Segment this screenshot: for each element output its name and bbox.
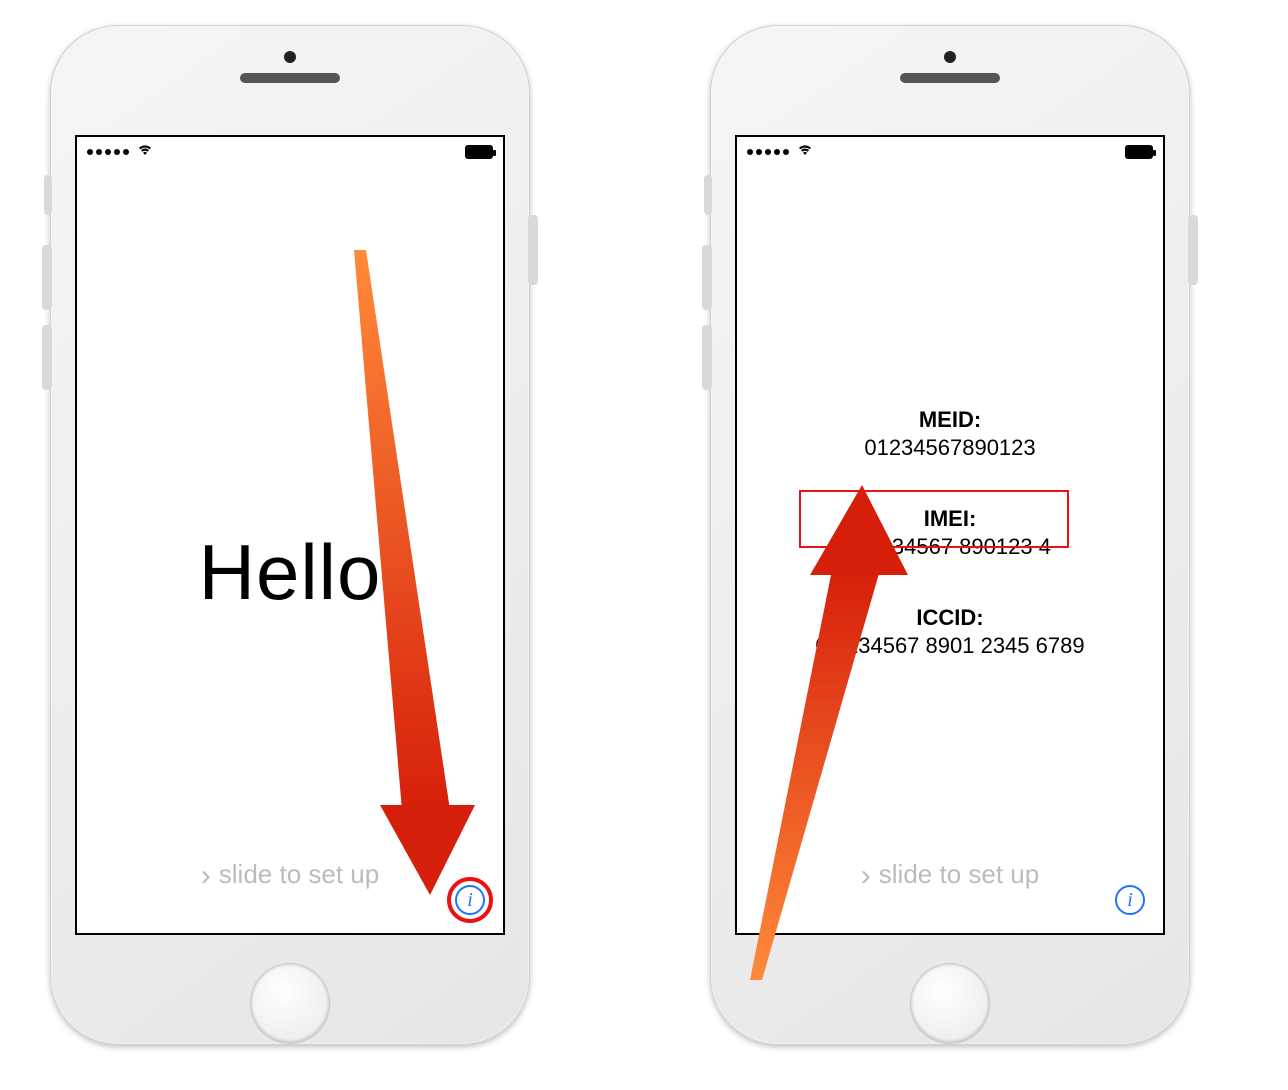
welcome-screen: Hello › slide to set up i <box>77 167 503 933</box>
front-camera <box>944 51 956 63</box>
volume-down-button[interactable] <box>702 325 712 390</box>
top-hardware <box>30 51 550 83</box>
status-bar <box>737 137 1163 162</box>
top-hardware <box>690 51 1210 83</box>
slide-to-setup[interactable]: › slide to set up <box>737 859 1163 893</box>
meid-value: 01234567890123 <box>737 435 1163 461</box>
power-button[interactable] <box>1188 215 1198 285</box>
device-info: MEID: 01234567890123 IMEI: 01 234567 890… <box>737 407 1163 704</box>
wifi-icon <box>137 143 153 160</box>
speaker <box>240 73 340 83</box>
imei-value: 01 234567 890123 4 <box>737 534 1163 560</box>
volume-up-button[interactable] <box>42 245 52 310</box>
meid-block: MEID: 01234567890123 <box>737 407 1163 461</box>
phone-right: MEID: 01234567890123 IMEI: 01 234567 890… <box>690 15 1210 1075</box>
home-button[interactable] <box>910 963 990 1043</box>
screen: Hello › slide to set up i <box>75 135 505 935</box>
iccid-block: ICCID: 01 234567 8901 2345 6789 <box>737 605 1163 659</box>
mute-switch[interactable] <box>704 175 712 215</box>
phone-left: Hello › slide to set up i <box>30 15 550 1075</box>
volume-down-button[interactable] <box>42 325 52 390</box>
info-button[interactable]: i <box>455 885 485 915</box>
status-bar <box>77 137 503 162</box>
chevron-right-icon: › <box>861 859 871 892</box>
imei-label: IMEI: <box>737 506 1163 532</box>
power-button[interactable] <box>528 215 538 285</box>
signal-dots-icon <box>87 149 129 155</box>
slide-to-setup[interactable]: › slide to set up <box>77 859 503 893</box>
imei-block: IMEI: 01 234567 890123 4 <box>737 506 1163 560</box>
info-button[interactable]: i <box>1115 885 1145 915</box>
hello-text: Hello <box>77 527 503 618</box>
battery-icon <box>1125 145 1153 159</box>
slide-label: slide to set up <box>219 859 379 889</box>
meid-label: MEID: <box>737 407 1163 433</box>
iccid-label: ICCID: <box>737 605 1163 631</box>
front-camera <box>284 51 296 63</box>
speaker <box>900 73 1000 83</box>
screen: MEID: 01234567890123 IMEI: 01 234567 890… <box>735 135 1165 935</box>
battery-icon <box>465 145 493 159</box>
slide-label: slide to set up <box>879 859 1039 889</box>
mute-switch[interactable] <box>44 175 52 215</box>
device-info-screen: MEID: 01234567890123 IMEI: 01 234567 890… <box>737 167 1163 933</box>
iccid-value: 01 234567 8901 2345 6789 <box>737 633 1163 659</box>
chevron-right-icon: › <box>201 859 211 892</box>
volume-up-button[interactable] <box>702 245 712 310</box>
home-button[interactable] <box>250 963 330 1043</box>
wifi-icon <box>797 143 813 160</box>
signal-dots-icon <box>747 149 789 155</box>
